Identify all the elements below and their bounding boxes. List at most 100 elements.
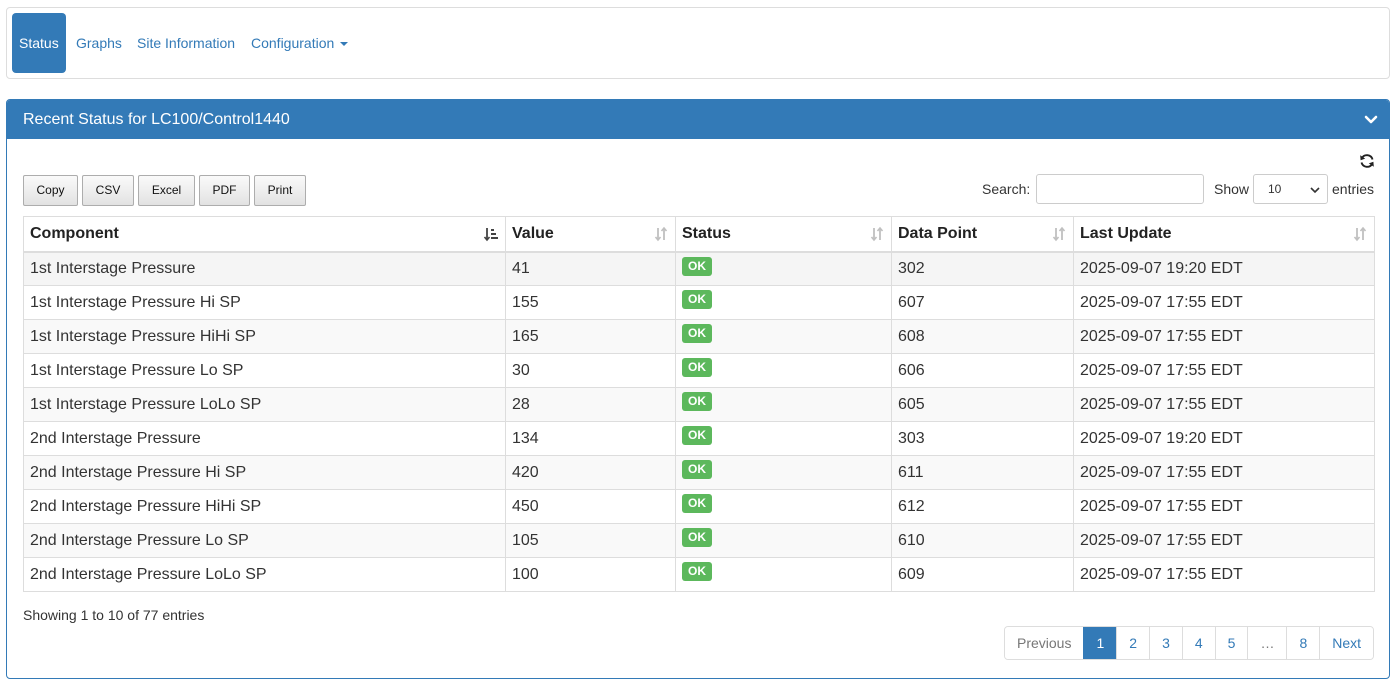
cell-value: 100 [505,557,676,592]
cell-status: OK [675,387,892,422]
sort-icon [1052,226,1066,242]
nav-graphs[interactable]: Graphs [76,13,122,73]
copy-button[interactable]: Copy [23,175,78,206]
column-header-last-update[interactable]: Last Update [1073,216,1375,253]
table-info: Showing 1 to 10 of 77 entries [23,607,205,623]
cell-status: OK [675,353,892,388]
status-badge: OK [682,562,712,581]
cell-value: 450 [505,489,676,524]
nav-configuration[interactable]: Configuration [251,13,349,73]
cell-status: OK [675,455,892,490]
pagination-next[interactable]: Next [1319,627,1374,659]
cell-component: 2nd Interstage Pressure LoLo SP [23,557,506,592]
column-header-value[interactable]: Value [505,216,676,253]
cell-last-update: 2025-09-07 17:55 EDT [1073,353,1375,388]
column-header-label: Last Update [1080,224,1172,242]
pagination-ellipsis: … [1247,627,1287,659]
cell-last-update: 2025-09-07 17:55 EDT [1073,285,1375,320]
cell-status: OK [675,523,892,558]
pagination-page-3[interactable]: 3 [1149,627,1182,659]
table-row: 2nd Interstage Pressure Hi SP 420 OK 611 202… [23,455,1375,490]
entries-label: entries [1332,181,1375,197]
cell-last-update: 2025-09-07 17:55 EDT [1073,557,1375,592]
cell-value: 30 [505,353,676,388]
cell-component: 1st Interstage Pressure [23,251,506,286]
status-badge: OK [682,290,712,309]
cell-data-point: 303 [891,421,1074,456]
status-badge: OK [682,426,712,445]
column-header-status[interactable]: Status [675,216,892,253]
cell-value: 134 [505,421,676,456]
cell-status: OK [675,251,892,286]
cell-value: 420 [505,455,676,490]
csv-button[interactable]: CSV [82,175,134,206]
cell-last-update: 2025-09-07 17:55 EDT [1073,523,1375,558]
table-row: 1st Interstage Pressure Lo SP 30 OK 606 2025… [23,353,1375,388]
status-badge: OK [682,494,712,513]
cell-data-point: 607 [891,285,1074,320]
cell-component: 1st Interstage Pressure Lo SP [23,353,506,388]
table-row: 1st Interstage Pressure 41 OK 302 2025-09-07… [23,251,1375,286]
chevron-down-icon[interactable] [1363,111,1379,127]
refresh-icon[interactable] [1359,153,1375,169]
pagination-page-1[interactable]: 1 [1083,627,1117,659]
status-badge: OK [682,460,712,479]
chevron-down-icon [1310,187,1320,194]
cell-last-update: 2025-09-07 17:55 EDT [1073,489,1375,524]
column-header-data-point[interactable]: Data Point [891,216,1074,253]
table-row: 2nd Interstage Pressure Lo SP 105 OK 610 202… [23,523,1375,558]
cell-last-update: 2025-09-07 17:55 EDT [1073,319,1375,354]
cell-value: 41 [505,251,676,286]
pagination-page-2[interactable]: 2 [1116,627,1150,659]
nav-status[interactable]: Status [12,13,66,73]
pagination-page-4[interactable]: 4 [1181,627,1215,659]
cell-data-point: 608 [891,319,1074,354]
cell-value: 28 [505,387,676,422]
status-badge: OK [682,392,712,411]
status-table: Component Value Status Data Point Last U… [23,216,1375,592]
caret-down-icon [340,42,349,47]
nav-site-information[interactable]: Site Information [137,13,235,73]
pagination: Previous 1 2 3 4 5 … 8 Next [1004,626,1375,660]
cell-value: 155 [505,285,676,320]
cell-component: 1st Interstage Pressure HiHi SP [23,319,506,354]
cell-status: OK [675,421,892,456]
panel-heading: Recent Status for LC100/Control1440 [7,100,1389,139]
table-header-row: Component Value Status Data Point Last U… [23,216,1375,253]
cell-data-point: 609 [891,557,1074,592]
cell-data-point: 606 [891,353,1074,388]
cell-last-update: 2025-09-07 17:55 EDT [1073,387,1375,422]
status-panel: Recent Status for LC100/Control1440 Copy… [6,99,1390,679]
table-row: 1st Interstage Pressure HiHi SP 165 OK 608 2… [23,319,1375,354]
sort-icon [1353,226,1367,242]
cell-component: 1st Interstage Pressure Hi SP [23,285,506,320]
status-badge: OK [682,358,712,377]
column-header-component[interactable]: Component [23,216,506,253]
table-row: 1st Interstage Pressure LoLo SP 28 OK 605 20… [23,387,1375,422]
table-row: 2nd Interstage Pressure 134 OK 303 2025-09-0… [23,421,1375,456]
cell-data-point: 610 [891,523,1074,558]
pdf-button[interactable]: PDF [199,175,250,206]
cell-status: OK [675,557,892,592]
status-badge: OK [682,528,712,547]
pagination-page-8[interactable]: 8 [1286,627,1320,659]
column-header-label: Component [30,224,119,242]
nav-configuration-label: Configuration [251,35,335,51]
pagination-previous[interactable]: Previous [1005,627,1084,659]
search-input[interactable] [1036,174,1204,204]
column-header-label: Status [682,224,731,242]
cell-component: 2nd Interstage Pressure Hi SP [23,455,506,490]
page-size-select[interactable]: 10 [1253,174,1328,204]
print-button[interactable]: Print [254,175,306,206]
cell-component: 2nd Interstage Pressure [23,421,506,456]
cell-data-point: 302 [891,251,1074,286]
cell-last-update: 2025-09-07 19:20 EDT [1073,421,1375,456]
cell-data-point: 605 [891,387,1074,422]
sort-icon [870,226,884,242]
cell-data-point: 611 [891,455,1074,490]
status-badge: OK [682,324,712,343]
cell-value: 105 [505,523,676,558]
excel-button[interactable]: Excel [138,175,195,206]
pagination-page-5[interactable]: 5 [1214,627,1248,659]
cell-value: 165 [505,319,676,354]
